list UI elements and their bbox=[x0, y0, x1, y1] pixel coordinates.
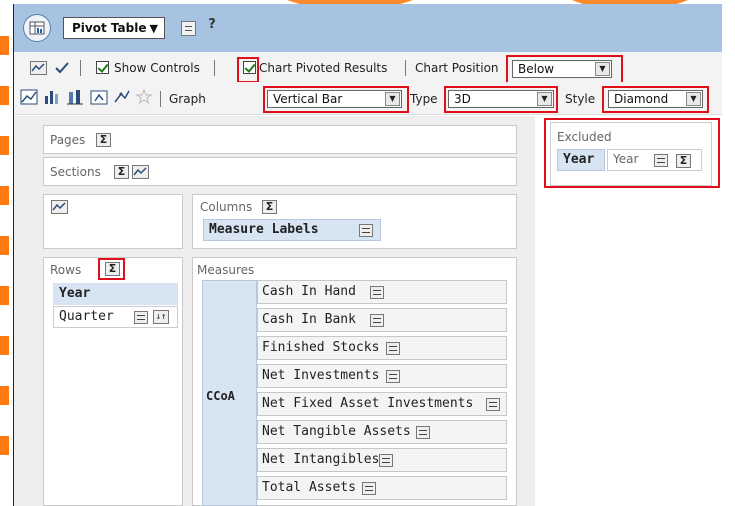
pages-drop-zone[interactable]: Pages Σ bbox=[43, 125, 517, 154]
pie-chart-icon[interactable] bbox=[90, 88, 108, 106]
view-menu-button[interactable] bbox=[23, 14, 51, 42]
rows-drop-zone[interactable]: Rows Σ Year Quarter ↓↑ bbox=[43, 257, 183, 506]
sort-icon[interactable]: ↓↑ bbox=[153, 310, 169, 324]
measure-item[interactable]: Net Tangible Assets bbox=[257, 420, 507, 444]
sigma-icon[interactable]: Σ bbox=[114, 165, 129, 179]
measure-item-text: Net Investments bbox=[262, 368, 380, 383]
sigma-icon[interactable]: Σ bbox=[262, 200, 277, 214]
background-dash bbox=[0, 436, 9, 455]
menu-icon[interactable] bbox=[134, 311, 148, 324]
excluded-highlight bbox=[544, 118, 720, 188]
toolbar-separator bbox=[405, 60, 406, 76]
chart-position-label: Chart Position bbox=[415, 61, 499, 75]
measure-item[interactable]: Total Assets bbox=[257, 476, 507, 500]
toolbar-separator bbox=[160, 91, 161, 107]
chart-slider-icon[interactable] bbox=[51, 200, 68, 214]
style-label: Style bbox=[565, 92, 596, 106]
chart-pivoted-label: Chart Pivoted Results bbox=[259, 61, 388, 75]
chart-prompt-zone bbox=[43, 194, 183, 249]
background-dash bbox=[0, 36, 9, 55]
background-dash bbox=[0, 136, 9, 155]
measures-group-label: CCoA bbox=[206, 389, 235, 403]
menu-icon[interactable] bbox=[359, 224, 373, 237]
sigma-icon[interactable]: Σ bbox=[96, 133, 111, 147]
help-label: ? bbox=[208, 17, 216, 32]
view-title-bar: Pivot Table ▼ ? bbox=[14, 4, 722, 52]
rows-year-chip[interactable]: Year bbox=[53, 283, 178, 305]
background-dash bbox=[0, 236, 9, 255]
measures-group-cell: CCoA bbox=[202, 280, 257, 506]
wave-icon bbox=[133, 167, 147, 176]
section-slider-icon[interactable] bbox=[132, 165, 149, 179]
pages-label: Pages bbox=[50, 133, 86, 147]
measure-item-text: Total Assets bbox=[262, 480, 356, 495]
measure-item-text: Finished Stocks bbox=[262, 340, 380, 355]
columns-label: Columns bbox=[200, 200, 253, 214]
sections-drop-zone[interactable]: Sections Σ bbox=[43, 157, 517, 186]
background-dash bbox=[0, 386, 9, 405]
measures-label: Measures bbox=[197, 263, 255, 277]
chart-position-highlight bbox=[506, 55, 623, 84]
rows-quarter-text: Quarter bbox=[59, 309, 114, 324]
type-label: Type bbox=[410, 92, 438, 106]
star-icon[interactable] bbox=[135, 88, 153, 106]
background-dash bbox=[0, 336, 9, 355]
view-type-dropdown[interactable]: Pivot Table ▼ bbox=[63, 17, 165, 39]
measure-item[interactable]: Net Fixed Asset Investments bbox=[257, 392, 507, 416]
menu-icon[interactable] bbox=[416, 426, 430, 439]
menu-icon[interactable] bbox=[370, 286, 384, 299]
wave-icon bbox=[52, 202, 66, 211]
menu-icon[interactable] bbox=[486, 398, 500, 411]
chart-view-icon[interactable] bbox=[30, 61, 47, 75]
bar-chart-icon[interactable] bbox=[43, 88, 61, 106]
stacked-chart-icon[interactable] bbox=[66, 88, 84, 106]
background-dash bbox=[0, 186, 9, 205]
menu-icon[interactable] bbox=[370, 314, 384, 327]
dropdown-arrow-icon: ▼ bbox=[149, 22, 158, 35]
help-icon[interactable]: ? bbox=[204, 17, 220, 33]
measure-labels-chip[interactable]: Measure Labels bbox=[203, 219, 381, 241]
line-chart-icon[interactable] bbox=[20, 88, 38, 106]
show-controls-checkbox[interactable] bbox=[96, 61, 109, 74]
measure-item-text: Net Fixed Asset Investments bbox=[262, 396, 474, 411]
measure-item-text: Net Tangible Assets bbox=[262, 424, 411, 439]
measure-item-text: Cash In Bank bbox=[262, 312, 356, 327]
measure-item[interactable]: Cash In Bank bbox=[257, 308, 507, 332]
columns-drop-zone[interactable]: Columns Σ Measure Labels bbox=[192, 194, 517, 249]
measure-item[interactable]: Net Intangibles bbox=[257, 448, 507, 472]
measure-item-text: Net Intangibles bbox=[262, 452, 380, 467]
toolbar-separator bbox=[214, 60, 215, 76]
measure-labels-text: Measure Labels bbox=[209, 222, 319, 237]
menu-icon[interactable] bbox=[386, 342, 400, 355]
background-dash bbox=[0, 286, 9, 305]
measure-item-text: Cash In Hand bbox=[262, 284, 356, 299]
graph-highlight bbox=[263, 86, 409, 113]
rows-sigma-highlight bbox=[98, 258, 125, 280]
background-dash bbox=[0, 86, 9, 105]
edit-icon bbox=[55, 62, 69, 74]
view-type-label: Pivot Table bbox=[72, 21, 147, 35]
show-controls-label: Show Controls bbox=[114, 61, 200, 75]
pencil-check-icon[interactable] bbox=[54, 60, 70, 76]
menu-icon[interactable] bbox=[379, 454, 393, 467]
table-icon bbox=[29, 21, 45, 35]
measure-item[interactable]: Cash In Hand bbox=[257, 280, 507, 304]
rows-year-text: Year bbox=[59, 286, 91, 301]
measure-item[interactable]: Net Investments bbox=[257, 364, 507, 388]
measure-item[interactable]: Finished Stocks bbox=[257, 336, 507, 360]
scatter-chart-icon[interactable] bbox=[113, 88, 131, 106]
menu-icon[interactable] bbox=[362, 482, 376, 495]
wave-icon bbox=[31, 63, 45, 72]
type-highlight bbox=[444, 86, 558, 113]
menu-icon[interactable] bbox=[386, 370, 400, 383]
chart-pivoted-highlight bbox=[237, 57, 259, 83]
graph-label: Graph bbox=[169, 92, 206, 106]
sections-label: Sections bbox=[50, 165, 101, 179]
properties-icon[interactable] bbox=[181, 21, 196, 36]
toolbar-separator bbox=[80, 60, 81, 76]
style-highlight bbox=[602, 86, 709, 113]
rows-label: Rows bbox=[50, 263, 82, 277]
rows-quarter-chip[interactable]: Quarter ↓↑ bbox=[53, 306, 178, 328]
